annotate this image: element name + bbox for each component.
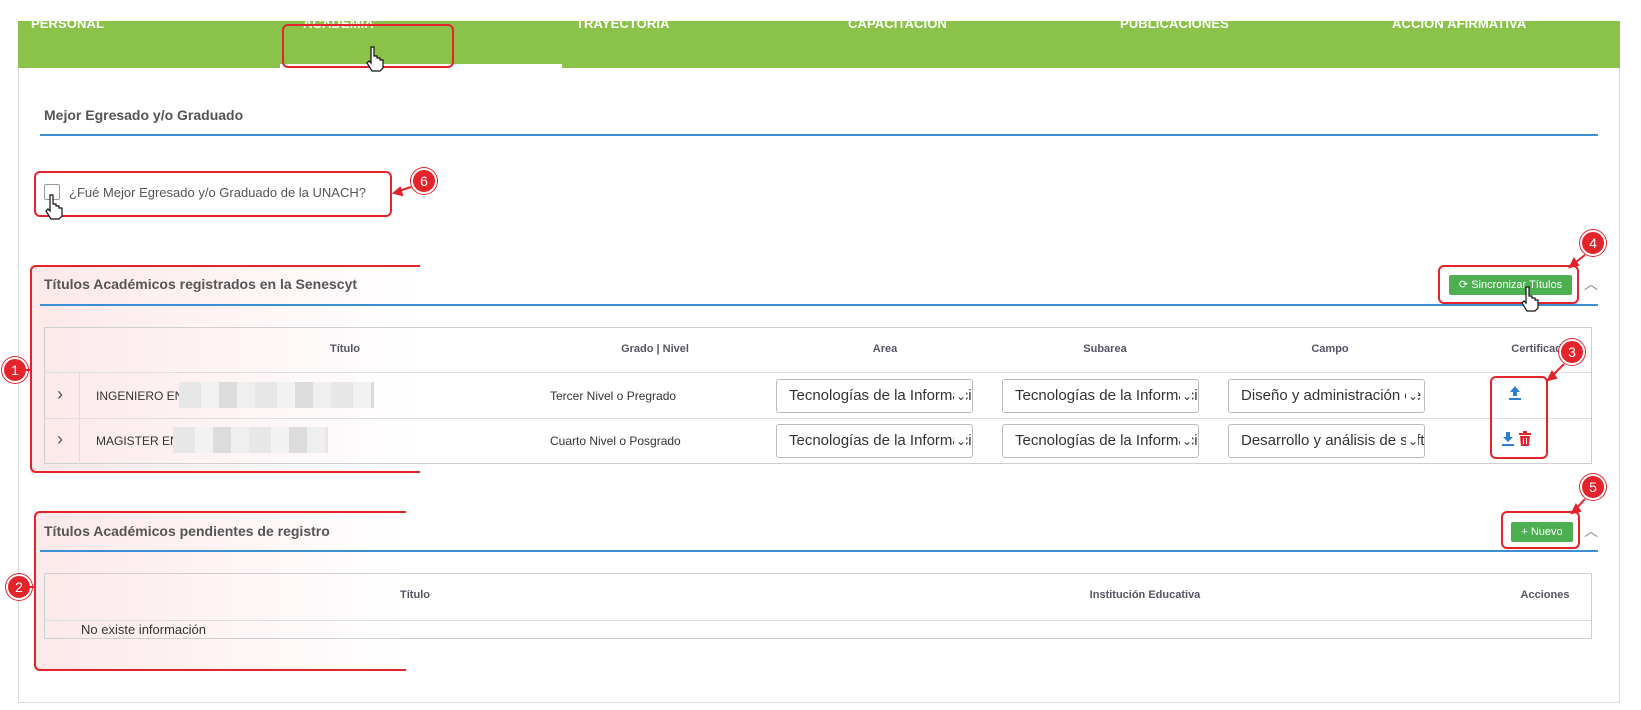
pointer-hand-icon (45, 194, 63, 220)
pointer-hand-icon (1521, 286, 1539, 312)
annotation-arrows (22, 186, 1586, 588)
pointer-hand-icon (366, 46, 384, 72)
page: PERSONAL ACADEMIA TRAYECTORIA CAPACITACI… (0, 0, 1641, 710)
